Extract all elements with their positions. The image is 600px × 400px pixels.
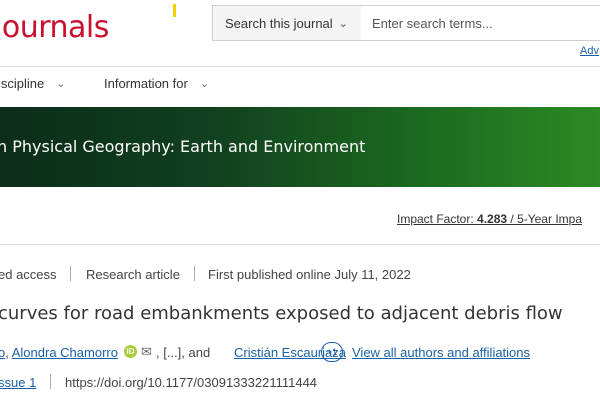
impact-factor-label: Impact Factor: [397,212,478,226]
section-divider [0,244,600,245]
envelope-icon[interactable]: ✉ [141,344,152,360]
orcid-icon[interactable]: iD [124,345,137,358]
authors-ellipsis: , [...], and [156,345,211,360]
brand-accent-mark [173,4,176,17]
view-all-authors-link[interactable]: View all authors and affiliations [352,345,530,360]
meta-separator [194,266,195,281]
five-year-impact-label: / 5-Year Impa [507,212,582,226]
advanced-search-link[interactable]: Adv [580,45,599,57]
meta-separator [50,374,51,389]
impact-factor-link[interactable]: Impact Factor: 4.283 / 5-Year Impa [397,212,582,226]
nav-item-label: iscipline [0,76,45,91]
nav-item-label: Information for [104,76,188,91]
issue-link[interactable]: ssue 1 [0,375,36,390]
issue-wrap: ssue 1 [0,375,36,390]
article-type: Research article [86,267,180,282]
search-scope-label: Search this journal [225,15,333,31]
search-input[interactable] [361,5,600,41]
impact-factor-value: 4.283 [477,212,508,226]
doi-text[interactable]: https://doi.org/10.1177/0309133322111144… [65,375,317,390]
authors-line: o, Alondra Chamorro [0,345,118,360]
view-all-authors-wrap: View all authors and affiliations [352,345,530,360]
nav-item-discipline[interactable]: iscipline ⌄ [0,76,65,91]
author-link-alondra-chamorro[interactable]: Alondra Chamorro [12,345,118,360]
search-scope-select[interactable]: Search this journal ⌄ [212,5,362,41]
header-divider [0,66,600,67]
chevron-down-icon: ⌄ [56,78,66,90]
brand-logo-text[interactable]: journals [0,10,109,45]
journal-title[interactable]: n Physical Geography: Earth and Environm… [0,137,365,156]
access-type: ed access [0,267,57,282]
more-authors-badge[interactable]: +1 [321,342,343,362]
chevron-down-icon: ⌄ [338,17,348,30]
meta-separator [70,266,71,281]
nav-item-information-for[interactable]: Information for ⌄ [104,76,209,91]
article-title: curves for road embankments exposed to a… [0,303,563,324]
chevron-down-icon: ⌄ [199,78,210,90]
publication-date: First published online July 11, 2022 [208,267,411,282]
